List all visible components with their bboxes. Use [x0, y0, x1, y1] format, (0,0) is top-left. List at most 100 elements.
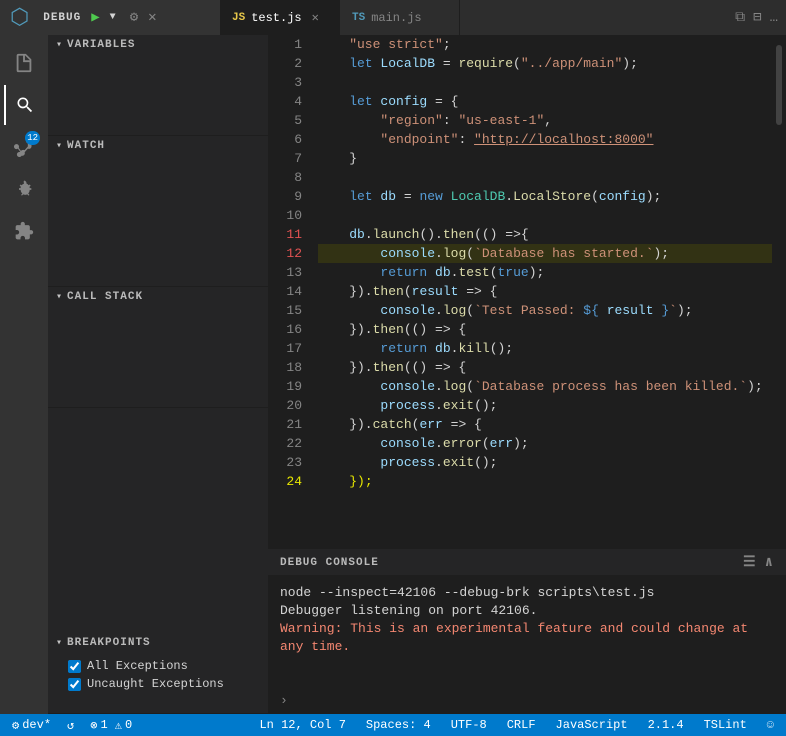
more-actions-icon[interactable]: …: [770, 10, 778, 26]
uncaught-exceptions-checkbox[interactable]: [68, 678, 81, 691]
console-text-3: Warning: This is an experimental feature…: [280, 621, 748, 654]
layout-icon[interactable]: ⊟: [753, 9, 761, 26]
error-icon: ⊗: [90, 718, 97, 733]
ln-14: 14: [268, 282, 302, 301]
settings-icon[interactable]: ⚙: [130, 9, 138, 26]
status-language[interactable]: JavaScript: [552, 718, 632, 732]
status-dev-label: dev*: [22, 718, 51, 732]
status-position[interactable]: Ln 12, Col 7: [255, 718, 349, 732]
callstack-header[interactable]: ▾ CALL STACK: [48, 287, 268, 307]
code-line-24: });: [318, 472, 772, 491]
watch-header[interactable]: ▾ WATCH: [48, 136, 268, 156]
breakpoint-all-exceptions[interactable]: All Exceptions: [48, 657, 268, 675]
status-position-label: Ln 12, Col 7: [259, 718, 345, 732]
code-line-4: let config = {: [318, 92, 772, 111]
debug-console-header: DEBUG CONSOLE ☰ ∧: [268, 550, 786, 576]
breakpoints-arrow: ▾: [56, 637, 63, 649]
editor-scrollbar[interactable]: [772, 35, 786, 549]
play-button[interactable]: ▶: [91, 9, 99, 26]
code-line-22: console.error(err);: [318, 434, 772, 453]
console-input[interactable]: [292, 693, 774, 708]
all-exceptions-label: All Exceptions: [87, 659, 188, 673]
scrollbar-thumb[interactable]: [776, 45, 782, 125]
ln-13: 13: [268, 263, 302, 282]
ln-5: 5: [268, 111, 302, 130]
code-line-8: [318, 168, 772, 187]
tab-test-js[interactable]: JS test.js ✕: [220, 0, 340, 35]
code-line-20: process.exit();: [318, 396, 772, 415]
sidebar-section-breakpoints: ▾ BREAKPOINTS All Exceptions Uncaught Ex…: [48, 633, 268, 714]
activity-icon-debug[interactable]: [4, 169, 44, 209]
console-input-area[interactable]: ›: [268, 693, 786, 714]
activity-icon-extensions[interactable]: [4, 211, 44, 251]
split-editor-icon[interactable]: ⧉: [735, 10, 745, 26]
close-debug-icon[interactable]: ✕: [148, 9, 156, 26]
code-line-1: "use strict";: [318, 35, 772, 54]
status-language-label: JavaScript: [556, 718, 628, 732]
ln-7: 7: [268, 149, 302, 168]
ln-11: 11: [268, 225, 302, 244]
ln-3: 3: [268, 73, 302, 92]
status-tslint[interactable]: TSLint: [700, 718, 751, 732]
code-line-10: [318, 206, 772, 225]
ln-8: 8: [268, 168, 302, 187]
breakpoints-body: All Exceptions Uncaught Exceptions: [48, 653, 268, 713]
activity-icon-source-control[interactable]: 12: [4, 127, 44, 167]
body-area: 12 ▾ VARIABLES ▾ WA: [0, 35, 786, 714]
code-line-23: process.exit();: [318, 453, 772, 472]
tab-main-js[interactable]: TS main.js: [340, 0, 460, 35]
code-line-17: return db.kill();: [318, 339, 772, 358]
status-eol[interactable]: CRLF: [503, 718, 540, 732]
tab-icon-js: JS: [232, 12, 245, 24]
sidebar-section-callstack: ▾ CALL STACK: [48, 287, 268, 408]
breakpoints-header[interactable]: ▾ BREAKPOINTS: [48, 633, 268, 653]
variables-header[interactable]: ▾ VARIABLES: [48, 35, 268, 55]
tab-close-test-js[interactable]: ✕: [312, 10, 319, 25]
status-version[interactable]: 2.1.4: [644, 718, 688, 732]
status-feedback[interactable]: ☺: [763, 718, 778, 732]
variables-arrow: ▾: [56, 39, 63, 51]
status-dev[interactable]: ⚙ dev*: [8, 718, 55, 733]
app-wrapper: ⬡ DEBUG ▶ ▼ ⚙ ✕ JS test.js ✕ TS main.js …: [0, 0, 786, 736]
maximize-console-icon[interactable]: ∧: [765, 554, 774, 571]
debug-label: DEBUG: [43, 12, 81, 24]
callstack-body: [48, 307, 268, 407]
ln-21: 21: [268, 415, 302, 434]
breakpoints-label: BREAKPOINTS: [67, 637, 151, 649]
status-left: ⚙ dev* ↺ ⊗ 1 ⚠ 0: [8, 718, 136, 733]
console-text-1: node --inspect=42106 --debug-brk scripts…: [280, 585, 654, 600]
activity-icon-files[interactable]: [4, 43, 44, 83]
variables-body: [48, 55, 268, 135]
ln-19: 19: [268, 377, 302, 396]
status-version-label: 2.1.4: [648, 718, 684, 732]
code-line-6: "endpoint": "http://localhost:8000": [318, 130, 772, 149]
ln-17: 17: [268, 339, 302, 358]
debug-console-icons: ☰ ∧: [743, 554, 774, 571]
sidebar-section-watch: ▾ WATCH: [48, 136, 268, 287]
play-dropdown-icon[interactable]: ▼: [110, 12, 116, 23]
sidebar: ▾ VARIABLES ▾ WATCH ▾ CALL STACK: [48, 35, 268, 714]
top-bar-left: ⬡ DEBUG ▶ ▼ ⚙ ✕: [0, 0, 220, 35]
ln-16: 16: [268, 320, 302, 339]
status-encoding[interactable]: UTF-8: [447, 718, 491, 732]
all-exceptions-checkbox[interactable]: [68, 660, 81, 673]
code-line-18: }).then(() => {: [318, 358, 772, 377]
activity-icon-search[interactable]: [4, 85, 44, 125]
warning-icon: ⚠: [115, 718, 122, 733]
code-line-2: let LocalDB = require("../app/main");: [318, 54, 772, 73]
code-line-9: let db = new LocalDB.LocalStore(config);: [318, 187, 772, 206]
tab-label-main-js: main.js: [371, 11, 421, 25]
status-encoding-label: UTF-8: [451, 718, 487, 732]
status-spaces-label: Spaces: 4: [366, 718, 431, 732]
status-spaces[interactable]: Spaces: 4: [362, 718, 435, 732]
console-line-1: node --inspect=42106 --debug-brk scripts…: [280, 584, 774, 602]
ln-9: 9: [268, 187, 302, 206]
code-lines: "use strict"; let LocalDB = require("../…: [310, 35, 772, 549]
clear-console-icon[interactable]: ☰: [743, 554, 757, 571]
status-errors[interactable]: ⊗ 1 ⚠ 0: [86, 718, 136, 733]
breakpoint-uncaught-exceptions[interactable]: Uncaught Exceptions: [48, 675, 268, 693]
code-line-11: db.launch().then(() =>{: [318, 225, 772, 244]
status-sync[interactable]: ↺: [63, 718, 78, 733]
status-right: Ln 12, Col 7 Spaces: 4 UTF-8 CRLF JavaSc…: [255, 718, 778, 732]
tab-icon-ts-main: TS: [352, 12, 365, 24]
